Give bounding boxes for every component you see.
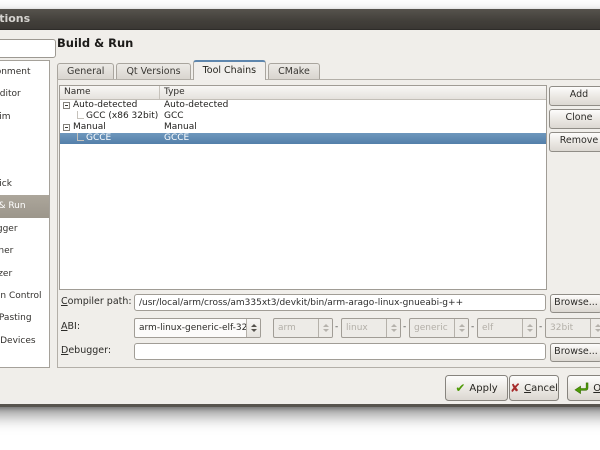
up-down-arrows-icon <box>590 319 600 337</box>
abi-flavor-combobox: generic <box>409 318 469 338</box>
dialog-body: Environment Text Editor FakeVim Help C++… <box>0 30 600 404</box>
debugger-browse-button[interactable]: Browse... <box>550 343 600 362</box>
remove-button[interactable]: Remove <box>549 132 600 152</box>
column-header-name[interactable]: Name <box>60 86 160 99</box>
tab-qt-versions[interactable]: Qt Versions <box>116 63 190 79</box>
add-button[interactable]: Add <box>549 86 600 106</box>
sidebar-item-environment[interactable]: Environment <box>0 61 49 83</box>
clone-button[interactable]: Clone <box>549 109 600 129</box>
up-down-arrows-icon <box>522 319 536 337</box>
sidebar-item-help[interactable]: Help <box>0 128 49 150</box>
sidebar-item-linux-devices[interactable]: Linux Devices <box>0 330 49 352</box>
row-type: GCCE <box>160 133 546 144</box>
row-type: Manual <box>160 122 546 133</box>
tree-row-gcc[interactable]: GCC (x86 32bit) GCC <box>60 111 546 122</box>
compiler-path-input[interactable] <box>134 294 546 311</box>
up-down-arrows-icon <box>386 319 400 337</box>
row-name: Auto-detected <box>73 100 137 111</box>
collapse-expander-icon[interactable] <box>63 102 70 109</box>
row-type: Auto-detected <box>160 100 546 111</box>
abi-dash: - <box>403 322 406 332</box>
tool-chains-panel: Name Type Auto-detected Auto-detected GC… <box>57 79 600 368</box>
row-name: GCCE <box>86 133 111 144</box>
abi-label: ABI: <box>61 321 80 332</box>
up-down-arrows-icon <box>246 319 260 337</box>
compiler-browse-button[interactable]: Browse... <box>550 294 600 313</box>
window-title: Options <box>0 12 30 25</box>
row-name: Manual <box>73 122 106 133</box>
category-filter-input[interactable] <box>0 39 56 58</box>
tree-row-gcce[interactable]: GCCE GCCE <box>60 133 546 144</box>
collapse-expander-icon[interactable] <box>63 124 70 131</box>
sidebar-item-analyzer[interactable]: Analyzer <box>0 263 49 285</box>
abi-arch-combobox: arm <box>273 318 333 338</box>
row-name: GCC (x86 32bit) <box>86 111 158 122</box>
up-down-arrows-icon <box>454 319 468 337</box>
tree-branch-line <box>77 133 84 141</box>
desktop: { "window": { "title": "Options" }, "hea… <box>0 0 600 450</box>
tab-tool-chains[interactable]: Tool Chains <box>193 60 267 80</box>
sidebar-item-build-and-run[interactable]: Build & Run <box>0 195 49 217</box>
tree-branch-line <box>77 111 84 119</box>
tree-row-auto-detected[interactable]: Auto-detected Auto-detected <box>60 100 546 111</box>
tab-cmake[interactable]: CMake <box>268 63 320 79</box>
up-down-arrows-icon <box>318 319 332 337</box>
cross-icon: ✘ <box>510 382 520 394</box>
category-list: Environment Text Editor FakeVim Help C++… <box>0 60 50 368</box>
sidebar-item-debugger[interactable]: Debugger <box>0 218 49 240</box>
sidebar-item-designer[interactable]: Designer <box>0 240 49 262</box>
abi-dash: - <box>335 322 338 332</box>
tree-row-manual[interactable]: Manual Manual <box>60 122 546 133</box>
debugger-input[interactable] <box>134 343 546 360</box>
apply-button[interactable]: ✔ Apply <box>445 375 508 401</box>
abi-os-combobox: linux <box>341 318 401 338</box>
tree-header: Name Type <box>60 86 546 100</box>
ok-button[interactable]: OK <box>567 375 600 401</box>
abi-wordwidth-combobox: 32bit <box>545 318 600 338</box>
titlebar[interactable]: Options <box>0 9 600 30</box>
sidebar-item-version-control[interactable]: Version Control <box>0 285 49 307</box>
abi-dash: - <box>471 322 474 332</box>
cancel-button[interactable]: ✘ Cancel <box>509 375 559 401</box>
abi-combobox[interactable]: arm-linux-generic-elf-32bit <box>134 318 261 338</box>
debugger-label: Debugger: <box>61 345 111 356</box>
sidebar-item-qt-quick[interactable]: Qt Quick <box>0 173 49 195</box>
toolchain-tree: Name Type Auto-detected Auto-detected GC… <box>59 85 547 290</box>
compiler-path-label: Compiler path: <box>61 296 132 307</box>
tab-bar: General Qt Versions Tool Chains CMake <box>57 59 600 79</box>
return-arrow-icon <box>574 382 589 395</box>
sidebar-item-cpp[interactable]: C++ <box>0 151 49 173</box>
row-type: GCC <box>160 111 546 122</box>
page-title: Build & Run <box>57 36 133 50</box>
sidebar-item-fakevim[interactable]: FakeVim <box>0 106 49 128</box>
abi-dash: - <box>539 322 542 332</box>
abi-format-combobox: elf <box>477 318 537 338</box>
column-header-type[interactable]: Type <box>160 86 546 99</box>
check-icon: ✔ <box>455 382 465 394</box>
tab-general[interactable]: General <box>57 63 114 79</box>
options-dialog: Options Environment Text Editor FakeVim … <box>0 9 600 407</box>
sidebar-item-text-editor[interactable]: Text Editor <box>0 83 49 105</box>
sidebar-item-code-pasting[interactable]: Code Pasting <box>0 307 49 329</box>
